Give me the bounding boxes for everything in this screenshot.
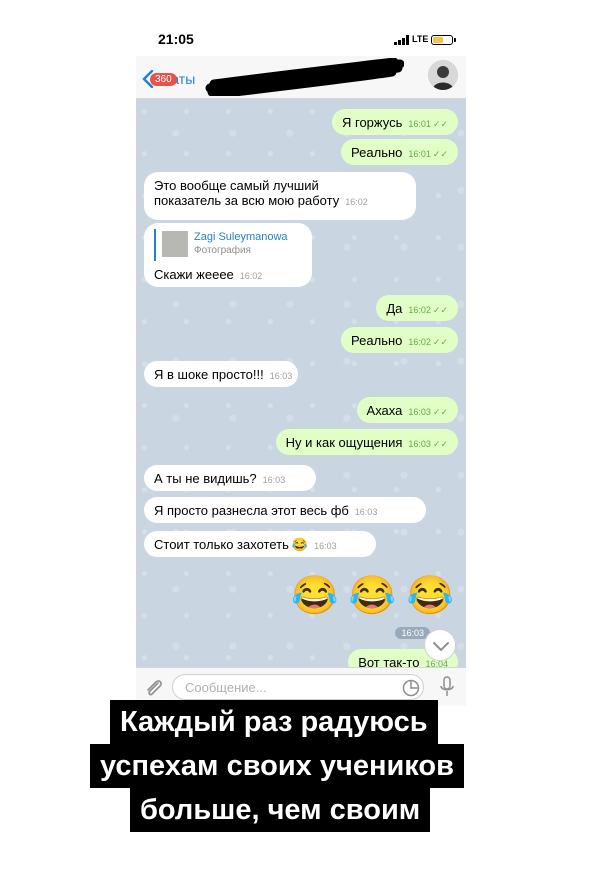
avatar[interactable] [428, 60, 458, 90]
emoji: 😂 [291, 537, 309, 552]
message-time: 16:03 [354, 507, 378, 517]
mic-icon[interactable] [438, 676, 456, 698]
message-text: Я просто разнесла этот весь фб [154, 503, 349, 518]
status-time: 21:05 [158, 31, 194, 47]
message-time: 16:02 [345, 197, 368, 207]
message-text: Я горжусь [341, 115, 403, 130]
chevron-down-icon [433, 642, 449, 652]
caption-line-2: успехам своих учеников [90, 744, 464, 788]
attach-icon[interactable] [144, 677, 164, 699]
message-text: Вот так-то [358, 655, 420, 667]
message-text: Реально [351, 145, 403, 160]
reply-quote[interactable]: Zagi Suleymanowa Фотография [154, 229, 302, 261]
incoming-message[interactable]: Я в шоке просто!!! 16:03 [144, 361, 298, 387]
incoming-message[interactable]: А ты не видишь? 16:03 [144, 465, 316, 491]
outgoing-message[interactable]: Ну и как ощущения 16:03 ✓✓ [275, 429, 458, 455]
scroll-down-button[interactable] [424, 629, 456, 661]
message-text: Скажи жееее [154, 267, 234, 282]
incoming-message[interactable]: Я просто разнесла этот весь фб 16:03 [144, 497, 426, 523]
story-caption: Каждый раз радуюсь успехам своих ученико… [0, 700, 591, 840]
message-time: 16:03 [262, 475, 286, 485]
network-type: LTE [412, 34, 429, 44]
message-time: 16:02 [408, 305, 431, 315]
outgoing-message[interactable]: Да 16:02 ✓✓ [376, 295, 458, 321]
outgoing-message[interactable]: Реально 16:02 ✓✓ [341, 327, 458, 353]
message-time: 16:03 [408, 439, 431, 449]
caption-line-1: Каждый раз радуюсь [110, 700, 438, 744]
message-text: Стоит только захотеть [154, 537, 289, 552]
message-time: 16:02 [408, 337, 431, 347]
message-input[interactable] [172, 674, 424, 700]
read-check-icon: ✓✓ [432, 305, 448, 315]
avatar-image [428, 60, 458, 90]
caption-line-3: больше, чем своим [130, 788, 431, 832]
read-check-icon: ✓✓ [432, 337, 448, 347]
read-check-icon: ✓✓ [432, 407, 448, 417]
message-time: 16:02 [239, 271, 263, 281]
read-check-icon: ✓✓ [432, 439, 448, 449]
quote-author: Zagi Suleymanowa [194, 231, 288, 243]
message-text: Это вообще самый лучший [154, 178, 319, 193]
quote-text: Фотография [194, 245, 251, 256]
read-check-icon: ✓✓ [432, 119, 448, 129]
message-text: Ну и как ощущения [285, 435, 403, 450]
message-text: Ахаха [366, 403, 403, 418]
incoming-message[interactable]: Стоит только захотеть 😂 16:03 [144, 531, 376, 557]
message-list[interactable]: Я горжусь 16:01 ✓✓ Реально 16:01 ✓✓ Это вообще… [136, 99, 466, 667]
redaction-scribble [205, 58, 404, 96]
incoming-message[interactable]: Это вообще самый лучший показатель за всю… [144, 172, 416, 220]
battery-icon [431, 35, 453, 45]
message-time: 16:03 [408, 407, 431, 417]
message-text: Реально [351, 333, 403, 348]
back-button[interactable]: Чаты 360 [140, 68, 200, 90]
signal-icon [394, 35, 409, 45]
message-time: 16:01 [408, 119, 431, 129]
read-check-icon: ✓✓ [432, 149, 448, 159]
sticker-icon[interactable] [402, 679, 420, 697]
photo-thumbnail [162, 231, 188, 257]
message-text: Да [386, 301, 403, 316]
phone-screen: 21:05 LTE Чаты 360 недавно Я горжусь 16:… [136, 26, 466, 706]
message-text: А ты не видишь? [154, 471, 257, 486]
outgoing-message[interactable]: Реально 16:01 ✓✓ [341, 139, 458, 165]
emoji-message[interactable]: 😂 😂 😂 [291, 573, 454, 619]
message-text: показатель за всю мою работу [154, 193, 340, 208]
message-text: Я в шоке просто!!! [154, 367, 264, 382]
message-time: 16:03 [314, 541, 337, 551]
message-time: 16:03 [269, 371, 293, 381]
status-bar: 21:05 LTE [136, 26, 466, 56]
outgoing-message[interactable]: Ахаха 16:03 ✓✓ [356, 397, 458, 423]
battery-tip [454, 38, 456, 42]
incoming-message[interactable]: Zagi Suleymanowa Фотография Скажи жееее 16:… [144, 223, 312, 287]
message-time: 16:01 [408, 149, 431, 159]
outgoing-message[interactable]: Я горжусь 16:01 ✓✓ [331, 109, 458, 135]
unread-badge: 360 [150, 73, 177, 86]
chat-header: Чаты 360 недавно [136, 56, 466, 99]
